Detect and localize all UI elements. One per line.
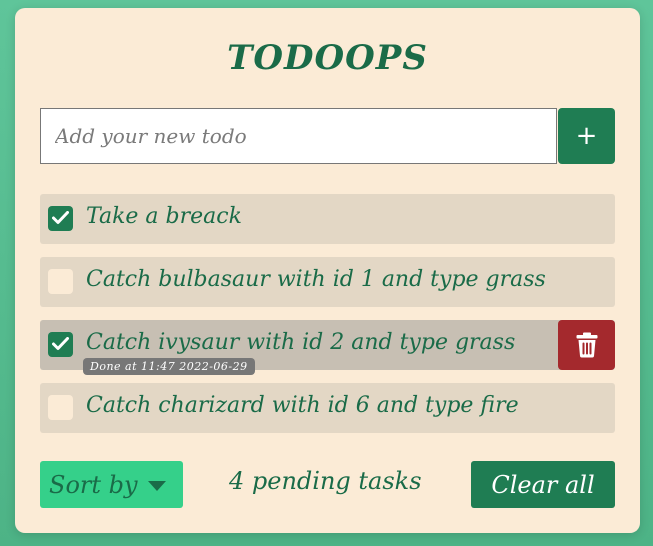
clear-all-button[interactable]: Clear all: [471, 461, 615, 508]
new-todo-row: +: [40, 108, 615, 164]
todo-list: Take a breack Catch bulbasaur with id 1 …: [40, 194, 615, 446]
done-timestamp-badge: Done at 11:47 2022-06-29: [83, 358, 255, 375]
todo-text: Catch bulbasaur with id 1 and type grass: [86, 267, 546, 292]
todo-checkbox[interactable]: [48, 269, 73, 294]
app-title: TODOOPS: [227, 38, 428, 78]
todo-item[interactable]: Take a breack: [40, 194, 615, 244]
todo-item[interactable]: Catch ivysaur with id 2 and type grass D…: [40, 320, 615, 375]
caret-down-icon: [147, 481, 166, 491]
pending-count: 4 pending tasks: [229, 467, 422, 495]
sort-by-button[interactable]: Sort by: [40, 461, 183, 508]
todo-text: Take a breack: [86, 204, 242, 229]
todo-item[interactable]: Catch charizard with id 6 and type fire: [40, 383, 615, 433]
trash-icon: [576, 332, 597, 358]
todo-checkbox[interactable]: [48, 206, 73, 231]
todo-checkbox[interactable]: [48, 395, 73, 420]
delete-todo-button[interactable]: [558, 320, 615, 370]
check-icon: [52, 211, 69, 224]
new-todo-input[interactable]: [40, 108, 557, 164]
todo-text: Catch charizard with id 6 and type fire: [86, 393, 519, 418]
footer: Sort by 4 pending tasks Clear all: [40, 461, 615, 508]
check-icon: [52, 337, 69, 350]
add-todo-button[interactable]: +: [558, 108, 615, 164]
todo-text: Catch ivysaur with id 2 and type grass: [86, 330, 516, 355]
todo-item[interactable]: Catch bulbasaur with id 1 and type grass: [40, 257, 615, 307]
todo-checkbox[interactable]: [48, 332, 73, 357]
todo-card: TODOOPS + Take a breack Catch bulbasaur …: [15, 8, 640, 533]
sort-label: Sort by: [49, 470, 138, 499]
plus-icon: +: [575, 121, 598, 151]
